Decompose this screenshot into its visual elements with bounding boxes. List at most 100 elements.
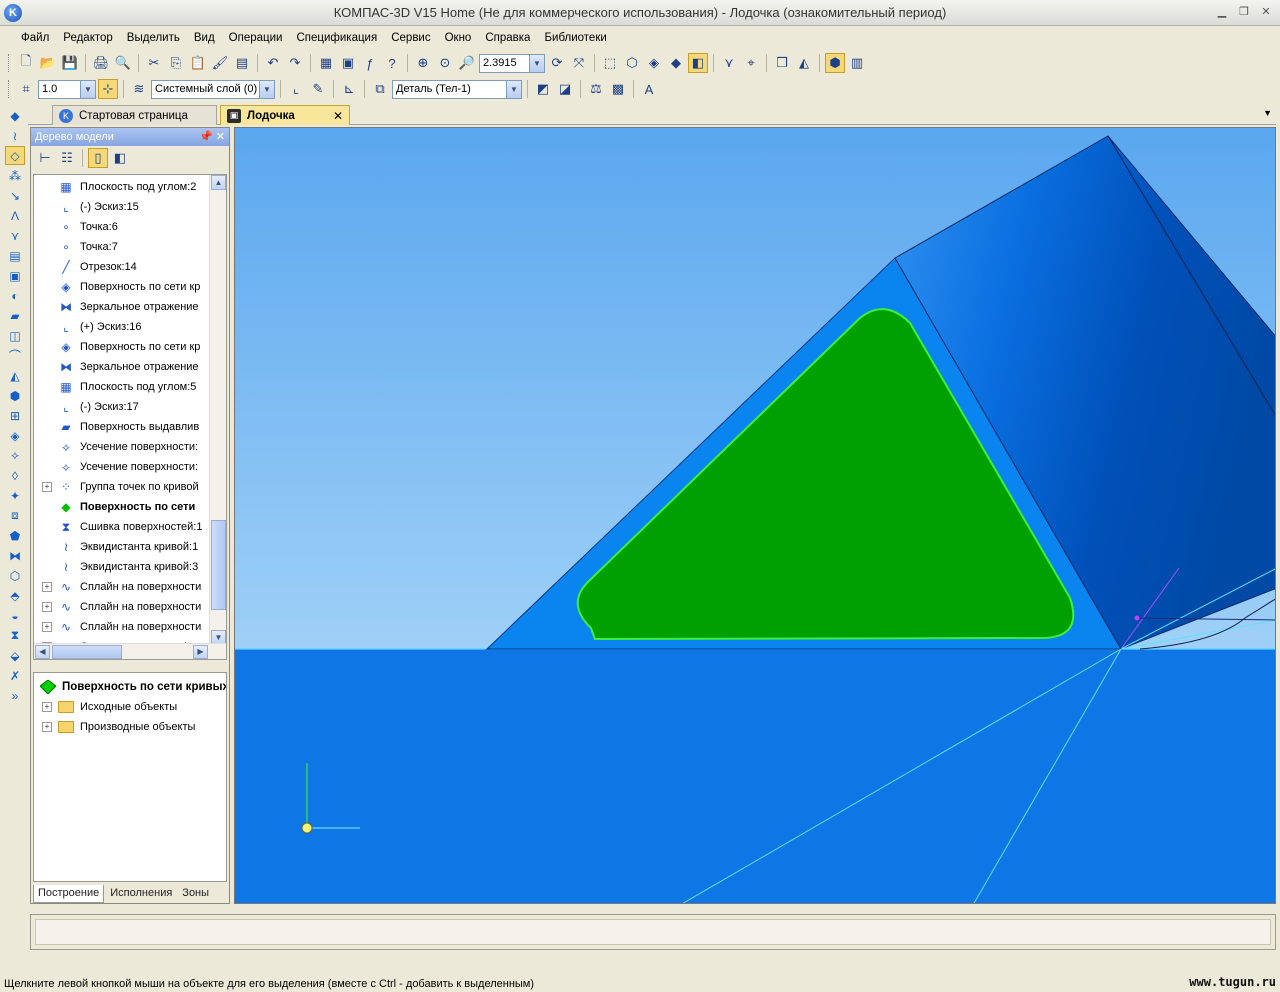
scroll-up-icon[interactable]: ▲ xyxy=(211,175,226,190)
menu-specification[interactable]: Спецификация xyxy=(289,32,384,44)
measure-icon[interactable]: ▥ xyxy=(847,53,867,73)
spatial-curves-icon[interactable]: ≀ xyxy=(5,126,25,145)
manager-icon[interactable]: ▦ xyxy=(316,53,336,73)
zoom-combo[interactable]: 2.3915 ▼ xyxy=(479,53,545,73)
tree-detail-icon[interactable]: ▯ xyxy=(88,148,108,168)
tree-item[interactable]: ⌞ (-) Эскиз:17 xyxy=(34,397,210,417)
undo-icon[interactable]: ↶ xyxy=(263,53,283,73)
menu-edit[interactable]: Редактор xyxy=(56,32,120,44)
scroll-thumb[interactable] xyxy=(211,520,226,610)
model-view-canvas[interactable] xyxy=(235,128,1276,904)
halftone-icon[interactable]: ◈ xyxy=(644,53,664,73)
shaded-edges-icon[interactable]: ◧ xyxy=(688,53,708,73)
display-mode-icon[interactable]: ⬢ xyxy=(825,53,845,73)
tab-versions[interactable]: Исполнения xyxy=(106,885,176,903)
tab-zones[interactable]: Зоны xyxy=(178,885,213,903)
join-surface-icon[interactable]: ⧗ xyxy=(5,626,25,645)
library-icon[interactable]: ▣ xyxy=(338,53,358,73)
close-icon[interactable]: ✕ xyxy=(216,131,225,143)
expand-icon[interactable]: + xyxy=(42,582,52,592)
stitch-tool-icon[interactable]: ✦ xyxy=(5,486,25,505)
print-icon[interactable]: 🖨 xyxy=(91,53,111,73)
edit-sketch-icon[interactable]: ✎ xyxy=(308,79,328,99)
auxiliary-geometry-icon[interactable]: ↘ xyxy=(5,186,25,205)
coordinate-system-icon[interactable]: ⊾ xyxy=(339,79,359,99)
rotate-icon[interactable]: ⟳ xyxy=(547,53,567,73)
hidden-lines-icon[interactable]: ⬡ xyxy=(622,53,642,73)
expand-icon[interactable]: + xyxy=(42,702,52,712)
menu-operations[interactable]: Операции xyxy=(222,32,290,44)
tree-item[interactable]: ╱ Отрезок:14 xyxy=(34,257,210,277)
minimize-icon[interactable]: ▁ xyxy=(1214,4,1230,20)
paste-icon[interactable]: 📋 xyxy=(188,53,208,73)
scroll-left-icon[interactable]: ◀ xyxy=(35,645,50,659)
tree-item[interactable]: ◈ Поверхность по сети кр xyxy=(34,277,210,297)
menu-service[interactable]: Сервис xyxy=(384,32,437,44)
toolbar-grip[interactable] xyxy=(8,80,11,98)
trim-tool-icon[interactable]: ⧈ xyxy=(5,506,25,525)
part-icon[interactable]: ⧉ xyxy=(370,79,390,99)
color-icon[interactable]: ◪ xyxy=(555,79,575,99)
tree-item[interactable]: ⧓ Зеркальное отражение xyxy=(34,357,210,377)
menu-file[interactable]: Файл xyxy=(14,32,56,44)
save-icon[interactable]: 💾 xyxy=(60,53,80,73)
scroll-thumb[interactable] xyxy=(52,645,122,659)
tree-item[interactable]: + ∿ Сплайн на поверхности xyxy=(34,597,210,617)
ruled-surface-icon[interactable]: ◊ xyxy=(5,466,25,485)
edit-details-icon[interactable]: ◆ xyxy=(5,106,25,125)
restore-icon[interactable]: ❐ xyxy=(1236,4,1252,20)
open-icon[interactable]: 📂 xyxy=(38,53,58,73)
thicken-icon[interactable]: ⬙ xyxy=(5,646,25,665)
orientation-icon[interactable]: ⤧ xyxy=(569,53,589,73)
tree-item[interactable]: ◈ Поверхность по сети кр xyxy=(34,337,210,357)
zoom-window-icon[interactable]: ⊕ xyxy=(413,53,433,73)
expand-icon[interactable]: + xyxy=(42,602,52,612)
layers-icon[interactable]: ≋ xyxy=(129,79,149,99)
print-preview-icon[interactable]: 🔍 xyxy=(113,53,133,73)
close-icon[interactable]: ✕ xyxy=(1258,4,1274,20)
tree-item[interactable]: ≀ Эквидистанта кривой:1 xyxy=(34,537,210,557)
sheet-metal-icon[interactable]: ◐ xyxy=(5,286,25,305)
tree-item[interactable]: ▦ Плоскость под углом:5 xyxy=(34,377,210,397)
material-icon[interactable]: ◩ xyxy=(533,79,553,99)
selection-filter-icon[interactable]: ⋎ xyxy=(5,226,25,245)
offset-surface-icon[interactable]: ⟡ xyxy=(5,446,25,465)
tree-item[interactable]: ◆ Поверхность по сети xyxy=(34,497,210,517)
tree-order-icon[interactable]: ☷ xyxy=(57,148,77,168)
wireframe-icon[interactable]: ⬚ xyxy=(600,53,620,73)
step-icon[interactable]: ⌗ xyxy=(16,79,36,99)
tree-item[interactable]: ⟡ Усечение поверхности: xyxy=(34,457,210,477)
tab-start-page[interactable]: K Стартовая страница xyxy=(52,105,217,125)
surfaces-icon[interactable]: ◇ xyxy=(5,146,25,165)
kinematic-surface-icon[interactable]: ⌒ xyxy=(5,346,25,365)
toolbar-grip[interactable] xyxy=(8,54,11,72)
snap-icon[interactable]: ⌖ xyxy=(741,53,761,73)
network-surface-icon[interactable]: ⊞ xyxy=(5,406,25,425)
extend-surface-icon[interactable]: ⬟ xyxy=(5,526,25,545)
tab-active-document[interactable]: ▣ Лодочка ✕ xyxy=(220,105,350,125)
copy-icon[interactable]: ⎘ xyxy=(166,53,186,73)
vertical-scrollbar[interactable]: ▲ ▼ xyxy=(209,175,226,645)
tree-item[interactable]: ⌞ (+) Эскиз:16 xyxy=(34,317,210,337)
properties-icon[interactable]: ▤ xyxy=(232,53,252,73)
zoom-icon[interactable]: 🔎 xyxy=(457,53,477,73)
model-tree[interactable]: ▦ Плоскость под углом:2 ⌞ (-) Эскиз:15 ∘ Точк… xyxy=(33,174,227,660)
tree-item[interactable]: + ∿ Сплайн на поверхности xyxy=(34,617,210,637)
tree-item[interactable]: ∘ Точка:7 xyxy=(34,237,210,257)
expand-icon[interactable]: + xyxy=(42,722,52,732)
extrude-surface-tool-icon[interactable]: ▰ xyxy=(5,306,25,325)
shaded-icon[interactable]: ◆ xyxy=(666,53,686,73)
redo-icon[interactable]: ↷ xyxy=(285,53,305,73)
tree-item[interactable]: + ∿ Сплайн на поверхности xyxy=(34,577,210,597)
cube-icon[interactable]: ❒ xyxy=(772,53,792,73)
chevron-down-icon[interactable]: ▼ xyxy=(1263,108,1272,118)
tree-item[interactable]: ∘ Точка:6 xyxy=(34,217,210,237)
grid-snap-icon[interactable]: ⊹ xyxy=(98,79,118,99)
mcx-icon[interactable]: ⚖ xyxy=(586,79,606,99)
horizontal-scrollbar[interactable]: ◀ ▶ xyxy=(34,643,226,659)
chevron-down-icon[interactable]: ▼ xyxy=(80,80,95,98)
mirror-tool-icon[interactable]: ⧓ xyxy=(5,546,25,565)
menu-help[interactable]: Справка xyxy=(478,32,537,44)
tree-item[interactable]: ⧗ Сшивка поверхностей:1 xyxy=(34,517,210,537)
restore-surface-icon[interactable]: ⬡ xyxy=(5,566,25,585)
